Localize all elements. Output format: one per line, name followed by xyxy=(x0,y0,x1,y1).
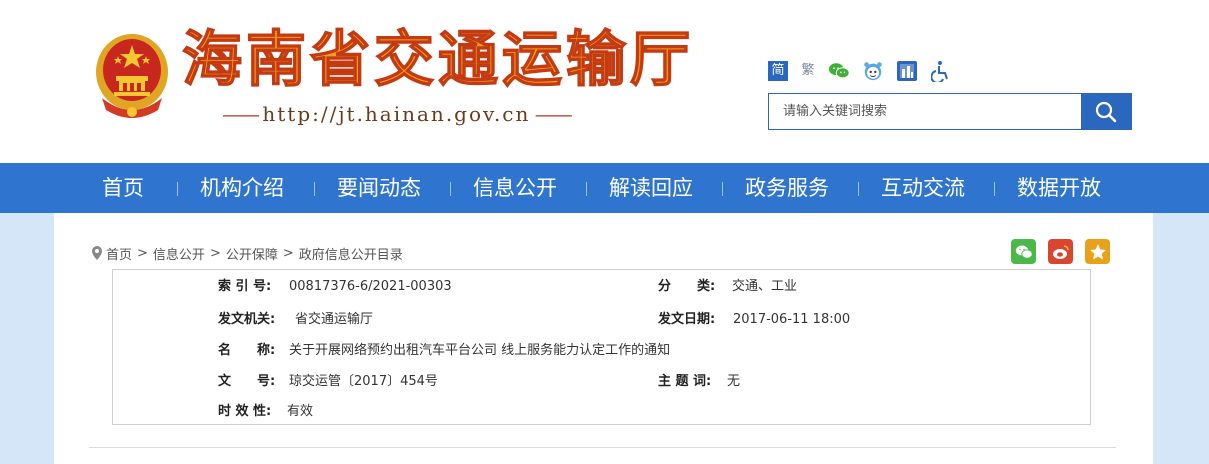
document-info-table: 索 引 号: 00817376-6/2021-00303 分 类: 交通、工业 … xyxy=(112,269,1091,425)
share-bar xyxy=(1011,239,1122,264)
weibo-icon[interactable] xyxy=(862,60,884,82)
breadcrumb-catalog[interactable]: 政府信息公开目录 xyxy=(299,244,403,263)
nav-divider xyxy=(314,182,315,196)
nav-item-home[interactable]: 首页 xyxy=(102,163,144,213)
issuer-label: 发文机关: xyxy=(218,312,276,327)
utility-bar: 简 繁 xyxy=(768,60,964,82)
date-value: 2017-06-11 18:00 xyxy=(733,312,851,327)
nav-divider xyxy=(586,182,587,196)
search-input[interactable] xyxy=(769,94,1081,129)
site-url: —— http://jt.hainan.gov.cn —— xyxy=(222,102,573,126)
national-emblem-icon xyxy=(92,30,172,120)
category-value: 交通、工业 xyxy=(732,279,798,294)
accessibility-icon[interactable] xyxy=(930,60,952,82)
traditional-chinese-button[interactable]: 繁 xyxy=(798,61,818,81)
doc-number-label: 文 号: xyxy=(218,374,276,389)
search-button[interactable] xyxy=(1081,94,1131,129)
qzone-share-icon[interactable] xyxy=(1085,239,1110,264)
nav-item-interaction[interactable]: 互动交流 xyxy=(881,163,965,213)
url-text: http://jt.hainan.gov.cn xyxy=(262,102,531,126)
validity-value: 有效 xyxy=(287,404,314,419)
date-label: 发文日期: xyxy=(658,312,716,327)
search-box xyxy=(768,93,1132,130)
app-icon[interactable] xyxy=(896,60,918,82)
wechat-share-icon[interactable] xyxy=(1011,239,1036,264)
subject-value: 无 xyxy=(727,374,741,389)
validity-label: 时 效 性: xyxy=(218,404,272,419)
index-label: 索 引 号: xyxy=(218,279,272,294)
breadcrumb-separator: > xyxy=(209,245,221,261)
nav-item-interpretation[interactable]: 解读回应 xyxy=(609,163,693,213)
name-label: 名 称: xyxy=(218,343,276,358)
breadcrumb: 首页 > 信息公开 > 公开保障 > 政府信息公开目录 xyxy=(91,244,403,263)
breadcrumb-separator: > xyxy=(282,245,294,261)
simplified-chinese-button[interactable]: 简 xyxy=(768,61,788,81)
site-title: 海南省交通运输厅 xyxy=(181,24,694,96)
site-header: 海南省交通运输厅 —— http://jt.hainan.gov.cn —— 简… xyxy=(0,0,1209,163)
search-icon xyxy=(1095,101,1117,122)
nav-item-disclosure[interactable]: 信息公开 xyxy=(473,163,557,213)
doc-number-value: 琼交运管〔2017〕454号 xyxy=(289,374,438,389)
nav-divider xyxy=(858,182,859,196)
nav-divider xyxy=(450,182,451,196)
nav-item-about[interactable]: 机构介绍 xyxy=(200,163,284,213)
main-nav: 首页 机构介绍 要闻动态 信息公开 解读回应 政务服务 互动交流 数据开放 xyxy=(0,163,1209,213)
url-dash-left: —— xyxy=(222,102,263,126)
index-value: 00817376-6/2021-00303 xyxy=(289,279,452,294)
nav-item-news[interactable]: 要闻动态 xyxy=(337,163,421,213)
content-divider xyxy=(89,447,1116,448)
issuer-value: 省交通运输厅 xyxy=(295,312,374,327)
url-dash-right: —— xyxy=(530,102,573,126)
breadcrumb-guarantee[interactable]: 公开保障 xyxy=(226,244,278,263)
weibo-share-icon[interactable] xyxy=(1048,239,1073,264)
category-label: 分 类: xyxy=(658,279,716,294)
nav-item-open-data[interactable]: 数据开放 xyxy=(1017,163,1101,213)
location-pin-icon xyxy=(92,246,102,260)
nav-divider xyxy=(722,182,723,196)
nav-item-services[interactable]: 政务服务 xyxy=(745,163,829,213)
nav-divider xyxy=(177,182,178,196)
nav-divider xyxy=(994,182,995,196)
subject-label: 主 题 词: xyxy=(658,374,712,389)
breadcrumb-disclosure[interactable]: 信息公开 xyxy=(153,244,205,263)
wechat-icon[interactable] xyxy=(828,60,850,82)
name-value: 关于开展网络预约出租汽车平台公司 线上服务能力认定工作的通知 xyxy=(289,343,671,358)
breadcrumb-home[interactable]: 首页 xyxy=(106,244,132,263)
breadcrumb-separator: > xyxy=(137,245,148,261)
